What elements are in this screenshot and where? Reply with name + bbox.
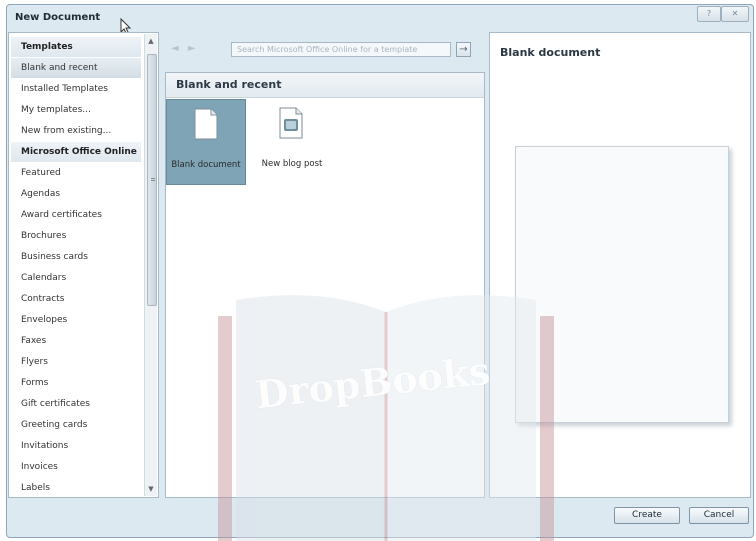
back-arrow-icon[interactable]: ◄ — [171, 43, 179, 54]
templates-list-item[interactable]: Forms — [11, 373, 141, 393]
window-controls: ? ✕ — [697, 6, 749, 22]
close-button[interactable]: ✕ — [721, 6, 749, 22]
templates-section-header: Microsoft Office Online — [11, 142, 141, 162]
scroll-thumb[interactable] — [147, 54, 157, 306]
pane-title: Blank and recent — [176, 78, 282, 91]
templates-section-header: Templates — [11, 37, 141, 57]
templates-list-item[interactable]: New from existing... — [11, 121, 141, 141]
templates-pane: Blank and recent Blank document New blog… — [165, 72, 485, 498]
scroll-up-icon[interactable]: ▲ — [146, 36, 156, 46]
templates-list-item[interactable]: Gift certificates — [11, 394, 141, 414]
templates-list-item[interactable]: Greeting cards — [11, 415, 141, 435]
blank-document-icon — [194, 108, 218, 140]
scroll-down-icon[interactable]: ▼ — [146, 484, 156, 494]
tile-label: New blog post — [261, 159, 323, 169]
templates-list: Templates Blank and recent Installed Templ… — [8, 32, 159, 498]
templates-list-item[interactable]: Award certificates — [11, 205, 141, 225]
blog-post-icon — [279, 107, 303, 139]
templates-list-item[interactable]: Faxes — [11, 331, 141, 351]
grip-icon — [151, 178, 155, 181]
search-go-button[interactable]: → — [456, 42, 471, 57]
tile-label: Blank document — [171, 160, 241, 170]
template-tile-blank-document[interactable]: Blank document — [166, 99, 246, 185]
templates-list-item[interactable]: Envelopes — [11, 310, 141, 330]
template-search-input[interactable]: Search Microsoft Office Online for a tem… — [231, 42, 451, 57]
templates-scrollbar[interactable]: ▲ ▼ — [144, 34, 157, 496]
cancel-button[interactable]: Cancel — [689, 507, 749, 524]
templates-list-item[interactable]: Featured — [11, 163, 141, 183]
templates-list-item[interactable]: Contracts — [11, 289, 141, 309]
preview-pane: Blank document — [489, 32, 751, 498]
template-tile-blog-post[interactable]: New blog post — [252, 99, 332, 185]
create-button[interactable]: Create — [614, 507, 680, 524]
templates-list-item[interactable]: Flyers — [11, 352, 141, 372]
templates-list-item[interactable]: Brochures — [11, 226, 141, 246]
forward-arrow-icon[interactable]: ► — [188, 43, 196, 54]
templates-list-item[interactable]: Invoices — [11, 457, 141, 477]
pane-header: Blank and recent — [166, 73, 484, 98]
navigation-row: ◄ ► Search Microsoft Office Online for a… — [165, 40, 485, 60]
preview-title: Blank document — [500, 46, 601, 59]
dialog-title: New Document — [15, 12, 101, 23]
templates-list-item[interactable]: Agendas — [11, 184, 141, 204]
document-preview — [515, 146, 729, 423]
help-button[interactable]: ? — [697, 6, 721, 22]
nav-arrows: ◄ ► — [171, 43, 196, 54]
templates-list-item[interactable]: Invitations — [11, 436, 141, 456]
templates-list-item[interactable]: Business cards — [11, 247, 141, 267]
templates-list-item[interactable]: Installed Templates — [11, 79, 141, 99]
templates-list-item[interactable]: Blank and recent — [11, 58, 141, 78]
templates-list-item[interactable]: Calendars — [11, 268, 141, 288]
title-bar[interactable]: New Document ? ✕ — [7, 5, 753, 36]
templates-list-item[interactable]: Labels — [11, 478, 141, 497]
templates-list-item[interactable]: My templates... — [11, 100, 141, 120]
